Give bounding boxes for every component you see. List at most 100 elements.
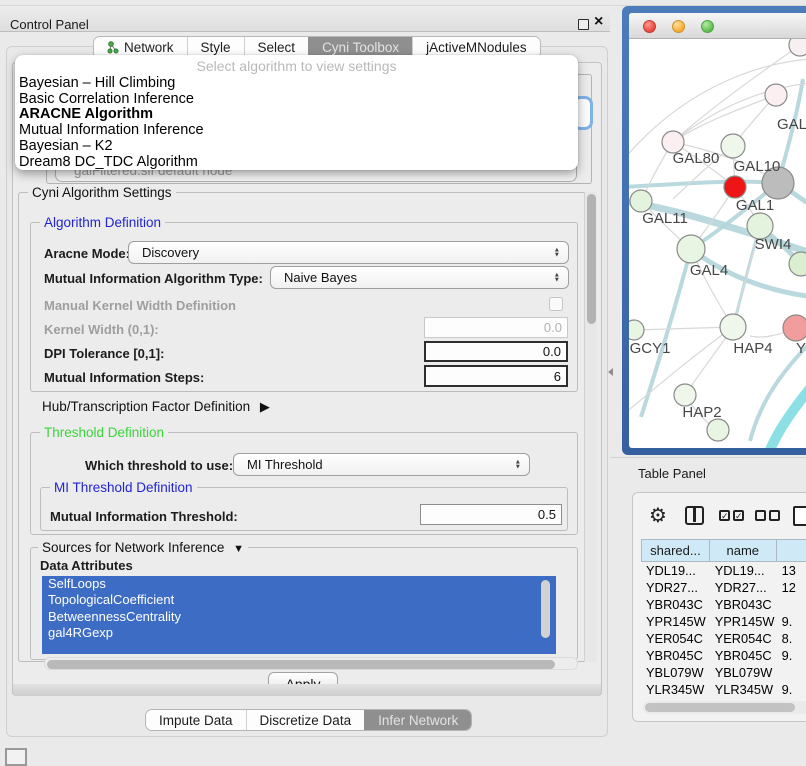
network-canvas[interactable]: GALGAL80GAL10GAL1GAL11SWI4GAL4GCY1HAP4YH…: [629, 39, 806, 448]
algorithm-definition-title: Algorithm Definition: [40, 215, 165, 230]
table-cell: 13: [777, 562, 806, 579]
tab-label: Impute Data: [159, 713, 233, 728]
algorithm-option-dream8-dc-tdc-algorithm[interactable]: Dream8 DC_TDC Algorithm: [15, 155, 578, 171]
select-all-icon-2[interactable]: ✓: [733, 510, 744, 521]
deselect-all-icon[interactable]: [755, 510, 766, 521]
table-row[interactable]: YBR045CYBR045C9.: [641, 647, 806, 664]
table-row[interactable]: YDL19...YDL19...13: [641, 562, 806, 579]
tab-infer-network[interactable]: Infer Network: [364, 710, 471, 730]
settings-scrollbar[interactable]: [584, 192, 597, 662]
network-node-hap2[interactable]: [674, 384, 696, 406]
tab-label: Network: [124, 40, 174, 55]
algorithm-option-mutual-information-inference[interactable]: Mutual Information Inference: [15, 123, 578, 139]
manual-kernel-label: Manual Kernel Width Definition: [44, 298, 236, 313]
close-window-icon[interactable]: [643, 20, 656, 33]
node-label-hap4: HAP4: [733, 340, 772, 357]
table-scrollbar-thumb[interactable]: [645, 703, 795, 712]
control-panel-titlebar: Control Panel ×: [0, 6, 610, 32]
table-row[interactable]: YDR27...YDR27...12: [641, 579, 806, 596]
collapsed-arrow-icon: ▶: [260, 399, 270, 414]
column-layout-icon[interactable]: [685, 506, 704, 525]
which-threshold-combo[interactable]: MI Threshold ▲▼: [233, 453, 530, 476]
table-cell: YPR145W: [710, 613, 777, 630]
mi-steps-label: Mutual Information Steps:: [44, 370, 204, 385]
attribute-item-betweennesscentrality[interactable]: BetweennessCentrality: [42, 609, 556, 625]
stepper-icon: ▲▼: [515, 459, 521, 470]
table-cell: YBR045C: [710, 647, 777, 664]
network-icon: [107, 41, 119, 54]
table-cell: 12: [777, 579, 806, 596]
sources-group-title[interactable]: Sources for Network Inference ▼: [38, 540, 248, 555]
network-node-gal4[interactable]: [677, 235, 705, 263]
minimized-panel-icon[interactable]: [5, 748, 27, 766]
settings-horizontal-scrollbar[interactable]: [44, 657, 578, 670]
table-row[interactable]: YBR043CYBR043C: [641, 596, 806, 613]
table-row[interactable]: YBL079WYBL079W: [641, 664, 806, 681]
document-icon[interactable]: [793, 506, 806, 526]
network-node-gal10[interactable]: [721, 134, 745, 158]
attributes-list-scrollbar[interactable]: [540, 578, 552, 652]
network-node-gcy1[interactable]: [629, 320, 644, 340]
mi-type-combo[interactable]: Naive Bayes ▲▼: [270, 266, 569, 289]
settings-scrollbar-thumb[interactable]: [587, 194, 596, 324]
table-horizontal-scrollbar[interactable]: [643, 701, 806, 714]
network-node[interactable]: [789, 39, 806, 56]
column-header-extra[interactable]: [777, 539, 806, 562]
network-node-gal[interactable]: [765, 84, 787, 106]
aracne-mode-label: Aracne Mode:: [44, 246, 130, 261]
select-all-icon[interactable]: ✓: [719, 510, 730, 521]
mi-threshold-field[interactable]: [420, 504, 562, 525]
network-window: GALGAL80GAL10GAL1GAL11SWI4GAL4GCY1HAP4YH…: [622, 6, 806, 455]
panel-bottom-strip: [13, 684, 601, 696]
minimize-window-icon[interactable]: [672, 20, 685, 33]
table-cell: YPR145W: [641, 613, 710, 630]
network-node[interactable]: [724, 176, 746, 198]
attributes-scrollbar-thumb[interactable]: [541, 580, 550, 638]
panel-title: Control Panel: [10, 17, 89, 32]
attribute-item-gal4rgexp[interactable]: gal4RGexp: [42, 625, 556, 641]
threshold-definition-title: Threshold Definition: [40, 425, 168, 440]
node-label-y: Y: [796, 340, 806, 357]
table-cell: YDL19...: [641, 562, 710, 579]
horizontal-scrollbar-thumb[interactable]: [47, 660, 555, 669]
network-edge: [634, 327, 733, 330]
kernel-width-field[interactable]: [424, 317, 568, 338]
attribute-item-topologicalcoefficient[interactable]: TopologicalCoefficient: [42, 592, 556, 608]
network-node[interactable]: [707, 419, 729, 441]
table-header-row: shared...name: [641, 539, 806, 562]
hub-definition-toggle[interactable]: Hub/Transcription Factor Definition ▶: [42, 399, 270, 415]
node-label-gal10: GAL10: [734, 158, 781, 175]
column-header-shared[interactable]: shared...: [641, 539, 710, 562]
table-row[interactable]: YLR345WYLR345W9.: [641, 681, 806, 698]
algorithm-option-aracne-algorithm[interactable]: ARACNE Algorithm: [15, 107, 578, 123]
mi-steps-field[interactable]: [424, 365, 568, 387]
table-body: YDL19...YDL19...13YDR27...YDR27...12YBR0…: [641, 562, 806, 698]
table-row[interactable]: YPR145WYPR145W9.: [641, 613, 806, 630]
zoom-window-icon[interactable]: [701, 20, 714, 33]
network-node-y[interactable]: [783, 315, 806, 341]
close-icon[interactable]: ×: [594, 14, 603, 30]
table-panel-divider: [610, 457, 806, 458]
algorithm-option-bayesian-k2[interactable]: Bayesian – K2: [15, 139, 578, 155]
stepper-icon: ▲▼: [554, 272, 560, 283]
attribute-item-selfloops[interactable]: SelfLoops: [42, 576, 556, 592]
network-node-gal11[interactable]: [630, 190, 652, 212]
network-node-hap4[interactable]: [720, 314, 746, 340]
manual-kernel-checkbox[interactable]: [549, 297, 563, 311]
table-panel-title: Table Panel: [638, 466, 706, 481]
mi-threshold-group-title: MI Threshold Definition: [50, 480, 197, 495]
column-header-name[interactable]: name: [710, 539, 777, 562]
dpi-tolerance-field[interactable]: [424, 341, 568, 362]
aracne-mode-combo[interactable]: Discovery ▲▼: [128, 241, 569, 264]
tab-discretize-data[interactable]: Discretize Data: [246, 710, 365, 730]
algorithm-option-basic-correlation-inference[interactable]: Basic Correlation Inference: [15, 92, 578, 108]
deselect-all-icon-2[interactable]: [769, 510, 780, 521]
tab-impute-data[interactable]: Impute Data: [146, 710, 246, 730]
attribute-item-partial[interactable]: [42, 642, 556, 654]
splitter-collapse-icon[interactable]: [608, 368, 613, 376]
data-attributes-list[interactable]: SelfLoopsTopologicalCoefficientBetweenne…: [42, 576, 556, 654]
settings-gear-icon[interactable]: ⚙: [649, 506, 667, 526]
table-row[interactable]: YER054CYER054C8.: [641, 630, 806, 647]
float-panel-icon[interactable]: [578, 19, 589, 30]
algorithm-option-bayesian-hill-climbing[interactable]: Bayesian – Hill Climbing: [15, 76, 578, 92]
